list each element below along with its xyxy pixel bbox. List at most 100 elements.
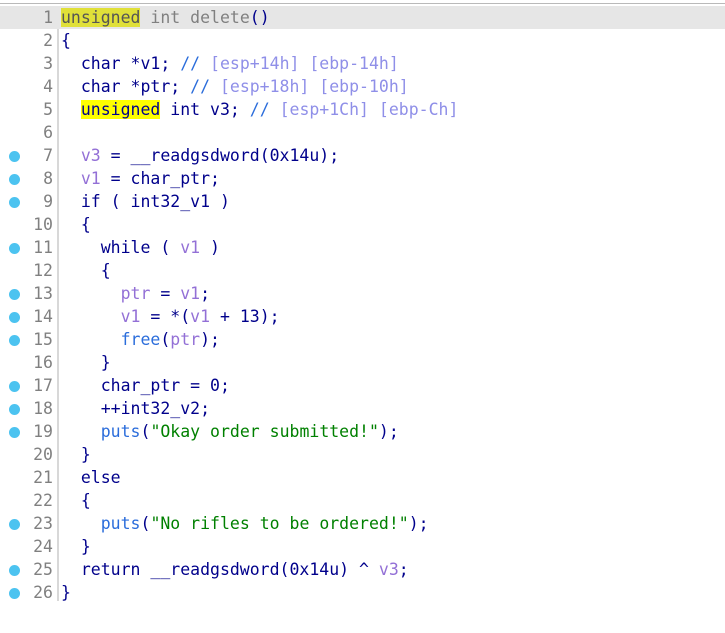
line-number: 5	[43, 100, 53, 119]
code-token: if ( int32_v1 )	[61, 192, 230, 211]
code-token: v1	[180, 284, 201, 303]
line-number: 18	[33, 399, 53, 418]
code-line-text: }	[61, 581, 71, 604]
code-line[interactable]: 14 v1 = *(v1 + 13);	[0, 305, 725, 328]
code-line-text: puts("Okay order submitted!");	[61, 420, 399, 443]
line-number: 22	[33, 491, 53, 510]
code-line[interactable]: 17 char_ptr = 0;	[0, 374, 725, 397]
code-token: );	[408, 514, 429, 533]
line-number: 9	[43, 192, 53, 211]
code-line[interactable]: 9 if ( int32_v1 )	[0, 190, 725, 213]
code-token: //	[180, 54, 201, 73]
code-line[interactable]: 5 unsigned int v3; // [esp+1Ch] [ebp-Ch]	[0, 98, 725, 121]
code-token: [esp+18h] [ebp-10h]	[210, 77, 409, 96]
code-token: char_ptr = 0;	[61, 376, 230, 395]
code-line[interactable]: 18 ++int32_v2;	[0, 397, 725, 420]
code-token: v1	[120, 307, 141, 326]
line-number: 26	[33, 583, 53, 602]
code-token: + 13);	[210, 307, 280, 326]
code-token: {	[61, 215, 91, 234]
line-number: 6	[43, 123, 53, 142]
code-line[interactable]: 20 }	[0, 443, 725, 466]
code-line[interactable]: 6	[0, 121, 725, 144]
pseudocode-editor[interactable]: 1 unsigned int delete() 2{3 char *v1; // […	[0, 0, 725, 633]
code-line-text: unsigned int v3; // [esp+1Ch] [ebp-Ch]	[61, 98, 458, 121]
code-token: puts	[100, 422, 141, 441]
code-token: v1	[80, 169, 101, 188]
code-line-text: ptr = v1;	[61, 282, 210, 305]
code-token: = *(	[140, 307, 191, 326]
line-number: 13	[33, 284, 53, 303]
code-line[interactable]: 3 char *v1; // [esp+14h] [ebp-14h]	[0, 52, 725, 75]
code-token: ptr	[170, 330, 201, 349]
code-token: = __readgsdword(0x14u);	[100, 146, 340, 165]
code-line-text: while ( v1 )	[61, 236, 220, 259]
code-token: ;	[398, 560, 409, 579]
code-line[interactable]: 10 {	[0, 213, 725, 236]
search-highlight: unsigned	[80, 100, 161, 119]
code-line-text: if ( int32_v1 )	[61, 190, 230, 213]
code-line[interactable]: 26}	[0, 581, 725, 604]
code-line[interactable]: 11 while ( v1 )	[0, 236, 725, 259]
code-line-text: free(ptr);	[61, 328, 220, 351]
code-line[interactable]: 22 {	[0, 489, 725, 512]
code-token: }	[61, 537, 91, 556]
code-token: v1	[180, 238, 201, 257]
code-line-text: }	[61, 351, 111, 374]
code-token: v3	[80, 146, 101, 165]
code-line-text: v3 = __readgsdword(0x14u);	[61, 144, 339, 167]
code-line[interactable]: 13 ptr = v1;	[0, 282, 725, 305]
code-line-text: else	[61, 466, 121, 489]
code-token: int delete	[140, 8, 250, 27]
line-number: 14	[33, 307, 53, 326]
line-number: 1	[43, 8, 53, 27]
line-number: 11	[33, 238, 53, 257]
code-token: {	[61, 261, 111, 280]
code-token: );	[378, 422, 399, 441]
line-number: 16	[33, 353, 53, 372]
code-token: = char_ptr;	[100, 169, 220, 188]
code-line-text: char *ptr; // [esp+18h] [ebp-10h]	[61, 75, 409, 98]
line-number: 19	[33, 422, 53, 441]
line-number: 7	[43, 146, 53, 165]
code-line[interactable]: 24 }	[0, 535, 725, 558]
line-number: 10	[33, 215, 53, 234]
code-line-text: ++int32_v2;	[61, 397, 210, 420]
code-token: (	[160, 330, 171, 349]
code-token: (	[140, 422, 151, 441]
code-line[interactable]: 15 free(ptr);	[0, 328, 725, 351]
search-highlight: unsigned	[61, 8, 141, 27]
code-line[interactable]: 12 {	[0, 259, 725, 282]
code-line[interactable]: 8 v1 = char_ptr;	[0, 167, 725, 190]
code-line[interactable]: 23 puts("No rifles to be ordered!");	[0, 512, 725, 535]
code-line[interactable]: 25 return __readgsdword(0x14u) ^ v3;	[0, 558, 725, 581]
code-line[interactable]: 7 v3 = __readgsdword(0x14u);	[0, 144, 725, 167]
code-line[interactable]: 16 }	[0, 351, 725, 374]
code-line[interactable]: 2{	[0, 29, 725, 52]
code-token: }	[61, 353, 111, 372]
line-number: 3	[43, 54, 53, 73]
code-line[interactable]: 21 else	[0, 466, 725, 489]
line-number: 15	[33, 330, 53, 349]
line-number: 24	[33, 537, 53, 556]
code-token: ptr	[120, 284, 151, 303]
code-line-text: }	[61, 443, 91, 466]
code-token: ;	[200, 284, 211, 303]
code-line[interactable]: 1 unsigned int delete()	[0, 6, 725, 29]
code-line[interactable]: 19 puts("Okay order submitted!");	[0, 420, 725, 443]
line-number: 12	[33, 261, 53, 280]
code-line-text: }	[61, 535, 91, 558]
code-token: else	[61, 468, 121, 487]
line-number: 4	[43, 77, 53, 96]
code-token: {	[61, 491, 91, 510]
code-token: v1	[190, 307, 211, 326]
code-token: );	[200, 330, 220, 349]
code-token: return __readgsdword(0x14u) ^	[61, 560, 379, 579]
code-line[interactable]: 4 char *ptr; // [esp+18h] [ebp-10h]	[0, 75, 725, 98]
